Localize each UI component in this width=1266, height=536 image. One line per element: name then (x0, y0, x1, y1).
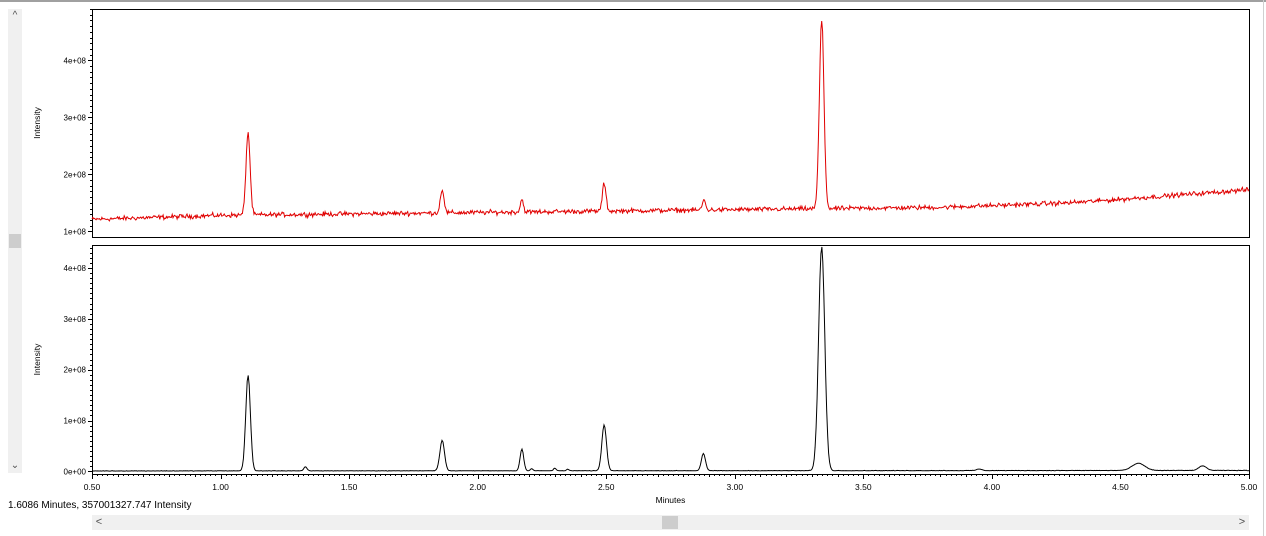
x-tick-label: 4.00 (984, 482, 1001, 492)
vertical-scroll-thumb[interactable] (9, 234, 21, 248)
chromatogram-plots: 1e+08 2e+08 3e+08 4e+08 Intensity 0e+00 1e+08 2… (32, 9, 1258, 505)
x-axis-label: Minutes (656, 495, 686, 505)
y-tick-label: 3e+08 (64, 113, 87, 122)
scroll-down-arrow-icon[interactable]: ⌄ (8, 459, 22, 473)
vertical-scrollbar[interactable]: ^ ⌄ (8, 9, 22, 473)
x-tick-label: 3.50 (855, 482, 872, 492)
cursor-readout: 1.6086 Minutes, 357001327.747 Intensity (8, 500, 192, 511)
y-tick-label: 3e+08 (64, 315, 87, 324)
y-tick-label: 4e+08 (64, 56, 87, 65)
x-tick-label: 0.50 (84, 482, 101, 492)
x-tick-label: 2.00 (469, 482, 486, 492)
y-tick-label: 0e+00 (64, 467, 87, 476)
x-tick-label: 3.00 (727, 482, 744, 492)
x-tick-label: 5.00 (1241, 482, 1258, 492)
x-tick-label: 2.50 (598, 482, 615, 492)
y-tick-label: 2e+08 (64, 170, 87, 179)
series-trace-1 (91, 20, 1250, 222)
y-tick-label: 1e+08 (64, 417, 87, 426)
series-trace-2 (92, 246, 1250, 472)
scroll-left-arrow-icon[interactable]: < (92, 515, 106, 530)
horizontal-scroll-thumb[interactable] (662, 516, 678, 529)
y-axis-label: Intensity (32, 106, 42, 138)
y-tick-label: 2e+08 (64, 366, 87, 375)
x-tick-label: 1.50 (341, 482, 358, 492)
y-tick-label: 1e+08 (64, 227, 87, 236)
plot-frame-2 (92, 245, 1250, 475)
horizontal-scrollbar[interactable]: < > (92, 515, 1249, 530)
scroll-right-arrow-icon[interactable]: > (1235, 515, 1249, 530)
scroll-up-arrow-icon[interactable]: ^ (8, 9, 22, 23)
x-tick-label: 1.00 (212, 482, 229, 492)
y-axis-label: Intensity (32, 343, 42, 375)
y-tick-label: 4e+08 (64, 264, 87, 273)
x-tick-label: 4.50 (1112, 482, 1129, 492)
